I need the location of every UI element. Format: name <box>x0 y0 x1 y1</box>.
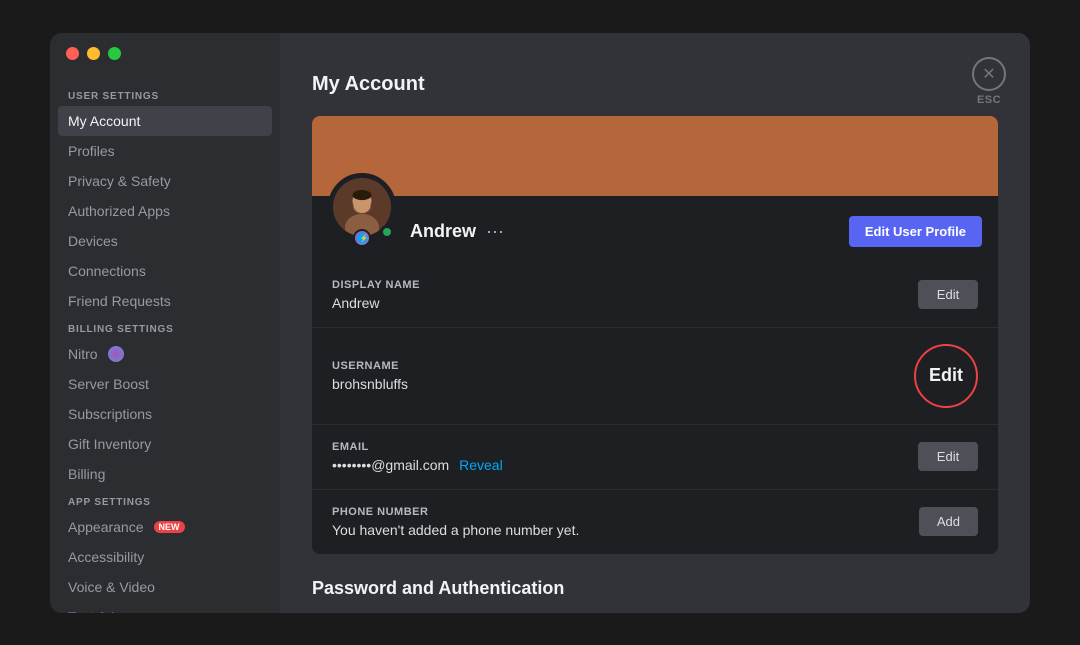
sidebar-item-server-boost[interactable]: Server Boost <box>58 369 272 399</box>
username-row: Andrew ··· <box>410 201 508 242</box>
email-edit-button[interactable]: Edit <box>918 442 978 471</box>
phone-label: Phone Number <box>332 506 579 518</box>
esc-button[interactable]: ✕ ESC <box>972 57 1006 106</box>
display-name-field: Display Name Andrew <box>332 279 420 311</box>
email-field: Email ••••••••@gmail.com Reveal <box>332 441 503 473</box>
billing-settings-label: Billing Settings <box>58 316 272 339</box>
sidebar-item-label: My Account <box>68 113 140 129</box>
sidebar-item-privacy-safety[interactable]: Privacy & Safety <box>58 166 272 196</box>
profile-dots-menu[interactable]: ··· <box>482 221 508 242</box>
nitro-icon <box>108 346 124 362</box>
sidebar-item-my-account[interactable]: My Account <box>58 106 272 136</box>
email-reveal-link[interactable]: Reveal <box>459 457 503 473</box>
close-button[interactable] <box>66 47 79 60</box>
sidebar-item-label: Gift Inventory <box>68 436 151 452</box>
sidebar-item-voice-video[interactable]: Voice & Video <box>58 572 272 602</box>
user-settings-label: User Settings <box>58 83 272 106</box>
sidebar-item-profiles[interactable]: Profiles <box>58 136 272 166</box>
sidebar-item-accessibility[interactable]: Accessibility <box>58 542 272 572</box>
phone-field: Phone Number You haven't added a phone n… <box>332 506 579 538</box>
phone-value: You haven't added a phone number yet. <box>332 522 579 538</box>
password-section: Password and Authentication Change Passw… <box>312 578 998 613</box>
username-edit-area: Edit <box>914 344 978 408</box>
sidebar-item-label: Privacy & Safety <box>68 173 171 189</box>
page-title: My Account <box>312 73 998 96</box>
sidebar-item-authorized-apps[interactable]: Authorized Apps <box>58 196 272 226</box>
username-field-row: Username brohsnbluffs Edit <box>312 328 998 425</box>
username-edit-button[interactable]: Edit <box>914 344 978 408</box>
sidebar-item-subscriptions[interactable]: Subscriptions <box>58 399 272 429</box>
display-name-value: Andrew <box>332 295 420 311</box>
display-name-edit-button[interactable]: Edit <box>918 280 978 309</box>
display-name-text: Andrew <box>410 221 476 242</box>
titlebar <box>66 47 121 60</box>
sidebar-item-gift-inventory[interactable]: Gift Inventory <box>58 429 272 459</box>
sidebar-item-appearance[interactable]: Appearance NEW <box>58 512 272 542</box>
sidebar-item-label: Connections <box>68 263 146 279</box>
esc-circle-icon: ✕ <box>972 57 1006 91</box>
sidebar-item-label: Accessibility <box>68 549 144 565</box>
display-name-label: Display Name <box>332 279 420 291</box>
minimize-button[interactable] <box>87 47 100 60</box>
sidebar-item-label: Voice & Video <box>68 579 155 595</box>
sidebar-item-label: Friend Requests <box>68 293 171 309</box>
sidebar-item-label: Appearance <box>68 519 144 535</box>
online-status-dot <box>380 225 394 239</box>
sidebar-item-nitro[interactable]: Nitro <box>58 339 272 369</box>
profile-card: ⚡ Andrew ··· Edit User Profile Display N… <box>312 116 998 554</box>
username-label: Username <box>332 360 408 372</box>
account-fields: Display Name Andrew Edit Username brohsn… <box>312 263 998 554</box>
maximize-button[interactable] <box>108 47 121 60</box>
sidebar-item-label: Nitro <box>68 346 98 362</box>
app-window: User Settings My Account Profiles Privac… <box>50 33 1030 613</box>
email-value: ••••••••@gmail.com Reveal <box>332 457 503 473</box>
sidebar-item-billing[interactable]: Billing <box>58 459 272 489</box>
sidebar-item-label: Server Boost <box>68 376 149 392</box>
new-badge: NEW <box>154 521 185 533</box>
display-name-field-row: Display Name Andrew Edit <box>312 263 998 328</box>
email-label: Email <box>332 441 503 453</box>
sidebar-item-label: Billing <box>68 466 105 482</box>
profile-info-row: ⚡ Andrew ··· Edit User Profile <box>312 196 998 263</box>
nitro-badge: ⚡ <box>353 229 371 247</box>
sidebar-item-friend-requests[interactable]: Friend Requests <box>58 286 272 316</box>
password-section-title: Password and Authentication <box>312 578 998 599</box>
sidebar-item-label: Authorized Apps <box>68 203 170 219</box>
sidebar: User Settings My Account Profiles Privac… <box>50 33 280 613</box>
sidebar-item-label: Profiles <box>68 143 115 159</box>
sidebar-item-text-images[interactable]: Text & Images <box>58 602 272 613</box>
username-field: Username brohsnbluffs <box>332 360 408 392</box>
sidebar-item-connections[interactable]: Connections <box>58 256 272 286</box>
app-settings-label: App Settings <box>58 489 272 512</box>
sidebar-item-label: Devices <box>68 233 118 249</box>
svg-text:⚡: ⚡ <box>360 234 368 243</box>
sidebar-item-label: Text & Images <box>68 609 157 613</box>
email-masked: ••••••••@gmail.com <box>332 457 449 473</box>
main-content: My Account ✕ ESC <box>280 33 1030 613</box>
profile-banner <box>312 116 998 196</box>
edit-user-profile-button[interactable]: Edit User Profile <box>849 216 982 247</box>
phone-field-row: Phone Number You haven't added a phone n… <box>312 490 998 554</box>
sidebar-item-devices[interactable]: Devices <box>58 226 272 256</box>
avatar-wrapper: ⚡ <box>328 173 396 241</box>
email-field-row: Email ••••••••@gmail.com Reveal Edit <box>312 425 998 490</box>
username-value: brohsnbluffs <box>332 376 408 392</box>
sidebar-item-label: Subscriptions <box>68 406 152 422</box>
phone-add-button[interactable]: Add <box>919 507 978 536</box>
esc-label: ESC <box>977 94 1001 106</box>
